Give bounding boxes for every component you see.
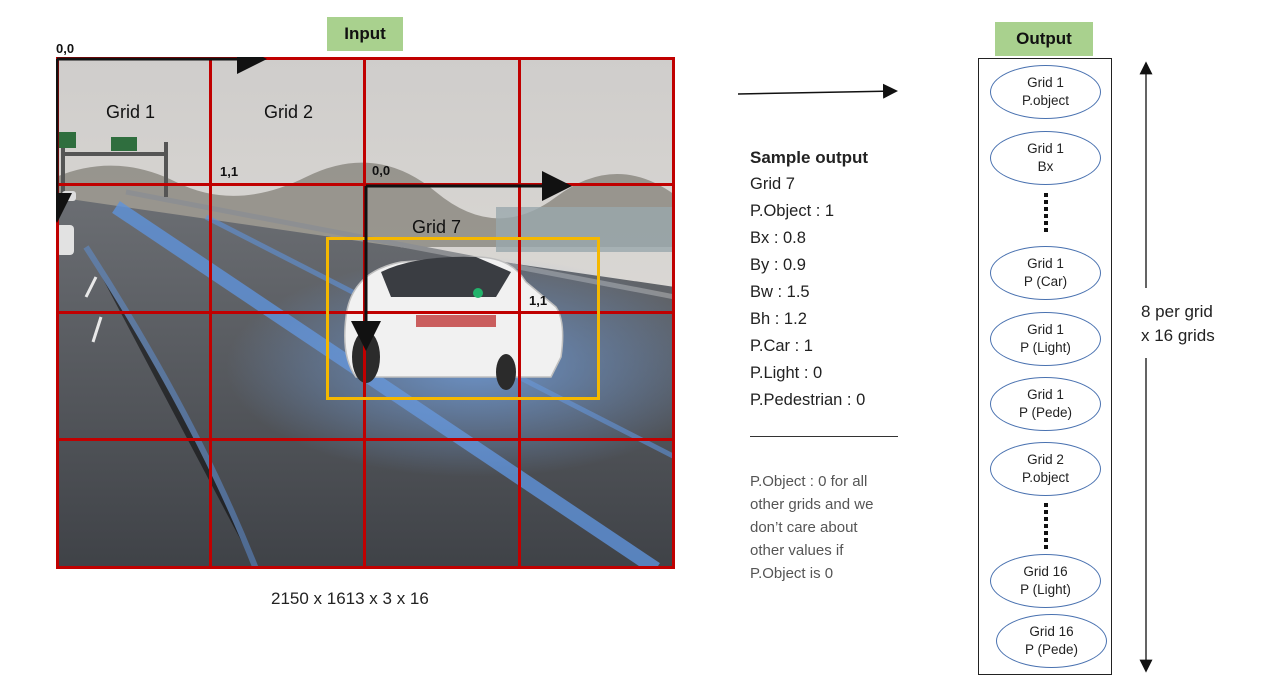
grid-label: Grid 1 bbox=[106, 102, 156, 122]
output-item-line2: P (Light) bbox=[1020, 582, 1071, 597]
cell-end-label: 1,1 bbox=[529, 293, 548, 308]
size-arrow bbox=[1139, 61, 1153, 673]
output-item-line2: P (Light) bbox=[1020, 340, 1071, 355]
output-item-line2: Bx bbox=[1037, 159, 1054, 174]
sample-output-line: Bx : 0.8 bbox=[750, 229, 806, 247]
divider bbox=[750, 436, 898, 437]
sample-output-line: P.Light : 0 bbox=[750, 364, 823, 382]
sample-output-line: P.Car : 1 bbox=[750, 337, 813, 355]
cell-origin-label: 0,0 bbox=[372, 163, 391, 178]
sample-output-panel: Sample output Grid 7 P.Object : 1 Bx : 0… bbox=[750, 145, 950, 414]
output-item: Grid 1 Bx bbox=[990, 131, 1101, 185]
note-text: P.Object : 0 for all other grids and we … bbox=[750, 470, 920, 585]
output-item: Grid 1 P (Light) bbox=[990, 312, 1101, 366]
output-item: Grid 16 P (Light) bbox=[990, 554, 1101, 608]
input-image: Grid 1 Grid 2 Grid 7 1,1 0,0 1,1 bbox=[56, 57, 675, 569]
output-size-label: 8 per grid x 16 grids bbox=[1141, 300, 1215, 348]
note-line: other grids and we bbox=[750, 496, 874, 513]
output-item-line2: P (Pede) bbox=[1018, 405, 1073, 420]
output-item-line1: Grid 2 bbox=[1027, 452, 1064, 467]
note-line: other values if bbox=[750, 542, 844, 559]
output-item-line1: Grid 1 bbox=[1027, 322, 1064, 337]
grid-label: Grid 7 bbox=[412, 217, 462, 237]
dimensions-label: 2150 x 1613 x 3 x 16 bbox=[271, 589, 429, 608]
input-badge: Input bbox=[327, 17, 403, 51]
sample-output-line: Grid 7 bbox=[750, 175, 795, 193]
sample-output-title: Sample output bbox=[750, 148, 869, 167]
output-item-line1: Grid 16 bbox=[1023, 564, 1068, 579]
note-line: P.Object is 0 bbox=[750, 565, 834, 582]
output-item-line2: P.object bbox=[1021, 470, 1070, 485]
output-item-line1: Grid 1 bbox=[1027, 141, 1064, 156]
origin-label: 0,0 bbox=[56, 41, 75, 56]
note-line: don’t care about bbox=[750, 519, 858, 536]
output-size-line: 8 per grid bbox=[1141, 302, 1213, 321]
output-item-line1: Grid 1 bbox=[1027, 387, 1064, 402]
sample-output-line: Bw : 1.5 bbox=[750, 283, 810, 301]
output-item: Grid 16 P (Pede) bbox=[996, 614, 1107, 668]
output-item-line1: Grid 1 bbox=[1027, 75, 1064, 90]
ellipsis-dots bbox=[1044, 193, 1048, 235]
flow-arrow bbox=[737, 83, 898, 99]
axis-arrows bbox=[56, 57, 572, 351]
output-item: Grid 1 P (Pede) bbox=[990, 377, 1101, 431]
output-size-line: x 16 grids bbox=[1141, 326, 1215, 345]
output-item-line2: P.object bbox=[1021, 93, 1070, 108]
output-item: Grid 1 P (Car) bbox=[990, 246, 1101, 300]
sample-output-line: By : 0.9 bbox=[750, 256, 806, 274]
sample-output-line: P.Object : 1 bbox=[750, 202, 835, 220]
output-item-line2: P (Pede) bbox=[1024, 642, 1079, 657]
ellipsis-dots bbox=[1044, 503, 1048, 552]
output-item: Grid 1 P.object bbox=[990, 65, 1101, 119]
note-line: P.Object : 0 for all bbox=[750, 473, 868, 490]
output-item-line2: P (Car) bbox=[1023, 274, 1068, 289]
sample-output-line: P.Pedestrian : 0 bbox=[750, 391, 866, 409]
output-badge: Output bbox=[995, 22, 1093, 56]
output-item: Grid 2 P.object bbox=[990, 442, 1101, 496]
output-item-line1: Grid 1 bbox=[1027, 256, 1064, 271]
cell-end-label: 1,1 bbox=[220, 164, 239, 179]
sample-output-line: Bh : 1.2 bbox=[750, 310, 807, 328]
grid-label: Grid 2 bbox=[264, 102, 314, 122]
output-item-line1: Grid 16 bbox=[1029, 624, 1074, 639]
